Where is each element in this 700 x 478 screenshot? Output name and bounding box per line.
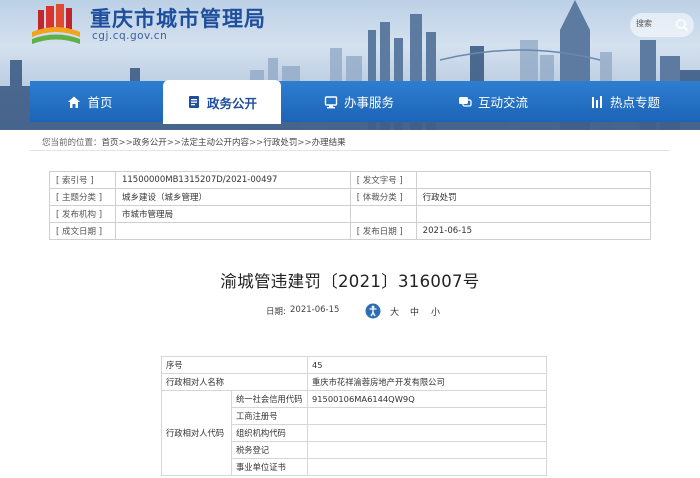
table-row: 行政相对人代码 统一社会信用代码 91500106MA6144QW9Q (161, 390, 547, 476)
tax-reg-value (307, 441, 547, 459)
created-value (114, 222, 351, 240)
tax-reg-label: 税务登记 (231, 441, 308, 459)
topic-icon (591, 95, 602, 108)
code-label: 行政相对人代码 (161, 390, 232, 476)
published-label: [ 发布日期 ] (349, 222, 417, 240)
breadcrumb-divider (30, 150, 670, 151)
font-size-medium-button[interactable]: 中 (410, 305, 419, 318)
table-row: 序号 45 (161, 356, 547, 374)
service-icon (324, 95, 338, 108)
doc-no-value (415, 171, 652, 189)
genre-label: [ 体裁分类 ] (349, 188, 417, 206)
created-label: [ 成文日期 ] (49, 222, 116, 240)
date-label: 日期: (266, 307, 286, 317)
seq-label: 序号 (161, 356, 308, 374)
credit-code-value: 91500106MA6144QW9Q (307, 390, 547, 408)
font-size-large-button[interactable]: 大 (390, 305, 399, 318)
search-input[interactable]: 搜索 (630, 13, 694, 37)
biz-reg-value (307, 407, 547, 425)
index-label: [ 索引号 ] (49, 171, 116, 189)
date-value: 2021-06-15 (290, 305, 340, 315)
party-label: 行政相对人名称 (161, 373, 308, 391)
breadcrumb: 您当前的位置：首页>>政务公开>>法定主动公开内容>>行政处罚>>办理结果 (42, 136, 346, 148)
table-row: [ 发布机构 ] 市城市管理局 (49, 205, 652, 223)
credit-code-label: 统一社会信用代码 (231, 390, 308, 408)
site-logo (32, 4, 80, 44)
home-icon (68, 96, 81, 108)
issuer-value: 市城市管理局 (114, 205, 351, 223)
breadcrumb-item-statutory[interactable]: 法定主动公开内容 (181, 138, 249, 148)
breadcrumb-prefix: 您当前的位置： (42, 138, 102, 148)
breadcrumb-separator: >> (166, 138, 182, 148)
nav-item-home[interactable]: 首页 (30, 81, 150, 122)
unit-cert-value (307, 458, 547, 476)
document-icon (188, 96, 199, 108)
search-icon[interactable] (674, 17, 690, 33)
breadcrumb-separator: >> (297, 138, 312, 148)
nav-item-topics[interactable]: 热点专题 (560, 81, 690, 122)
nav-item-gov-info[interactable]: 政务公开 (163, 80, 281, 124)
table-row: [ 主题分类 ] 城乡建设（城乡管理） [ 体裁分类 ] 行政处罚 (49, 188, 652, 206)
document-meta-table: [ 索引号 ] 11500000MB1315207D/2021-00497 [ … (49, 171, 652, 240)
chat-icon (458, 96, 472, 107)
breadcrumb-item-result[interactable]: 办理结果 (312, 138, 346, 148)
table-row: [ 成文日期 ] [ 发布日期 ] 2021-06-15 (49, 222, 652, 240)
nav-item-interaction[interactable]: 互动交流 (426, 81, 560, 122)
table-row: 行政相对人名称 重庆市花祥渝蓉房地产开发有限公司 (161, 373, 547, 391)
breadcrumb-separator: >> (118, 138, 133, 148)
nav-item-services[interactable]: 办事服务 (292, 81, 426, 122)
topic-label: [ 主题分类 ] (49, 188, 116, 206)
org-code-value (307, 424, 547, 442)
search-placeholder: 搜索 (636, 19, 652, 28)
nav-item-label: 热点专题 (609, 95, 660, 110)
doc-no-label: [ 发文字号 ] (349, 171, 417, 189)
breadcrumb-item-penalty[interactable]: 行政处罚 (263, 138, 297, 148)
empty-cell (415, 205, 652, 223)
site-title: 重庆市城市管理局 (90, 7, 266, 31)
breadcrumb-item-gov-info[interactable]: 政务公开 (133, 138, 167, 148)
breadcrumb-separator: >> (249, 138, 264, 148)
unit-cert-label: 事业单位证书 (231, 458, 308, 476)
nav-item-label: 政务公开 (206, 95, 257, 111)
document-title: 渝城管违建罚〔2021〕316007号 (220, 272, 480, 291)
table-row: [ 索引号 ] 11500000MB1315207D/2021-00497 [ … (49, 171, 652, 189)
org-code-label: 组织机构代码 (231, 424, 308, 442)
biz-reg-label: 工商注册号 (231, 407, 308, 425)
penalty-detail-table: 序号 45 行政相对人名称 重庆市花祥渝蓉房地产开发有限公司 行政相对人代码 统… (161, 356, 547, 476)
party-value: 重庆市花祥渝蓉房地产开发有限公司 (307, 373, 547, 391)
accessibility-icon[interactable] (365, 303, 381, 319)
nav-item-label: 办事服务 (343, 95, 394, 110)
nav-item-label: 首页 (87, 95, 113, 110)
published-value: 2021-06-15 (415, 222, 652, 240)
main-nav: 首页 政务公开 办事服务 互动交流 热点专题 (30, 80, 700, 124)
breadcrumb-item-home[interactable]: 首页 (102, 138, 119, 148)
index-value: 11500000MB1315207D/2021-00497 (114, 171, 351, 189)
seq-value: 45 (307, 356, 547, 374)
article-date-row: 日期: 2021-06-15 大 中 小 (0, 303, 700, 319)
topic-value: 城乡建设（城乡管理） (114, 188, 351, 206)
site-domain: cgj.cq.gov.cn (92, 30, 168, 42)
genre-value: 行政处罚 (415, 188, 652, 206)
issuer-label: [ 发布机构 ] (49, 205, 116, 223)
nav-item-label: 互动交流 (477, 95, 528, 110)
empty-cell (349, 205, 417, 223)
font-size-small-button[interactable]: 小 (431, 305, 440, 318)
